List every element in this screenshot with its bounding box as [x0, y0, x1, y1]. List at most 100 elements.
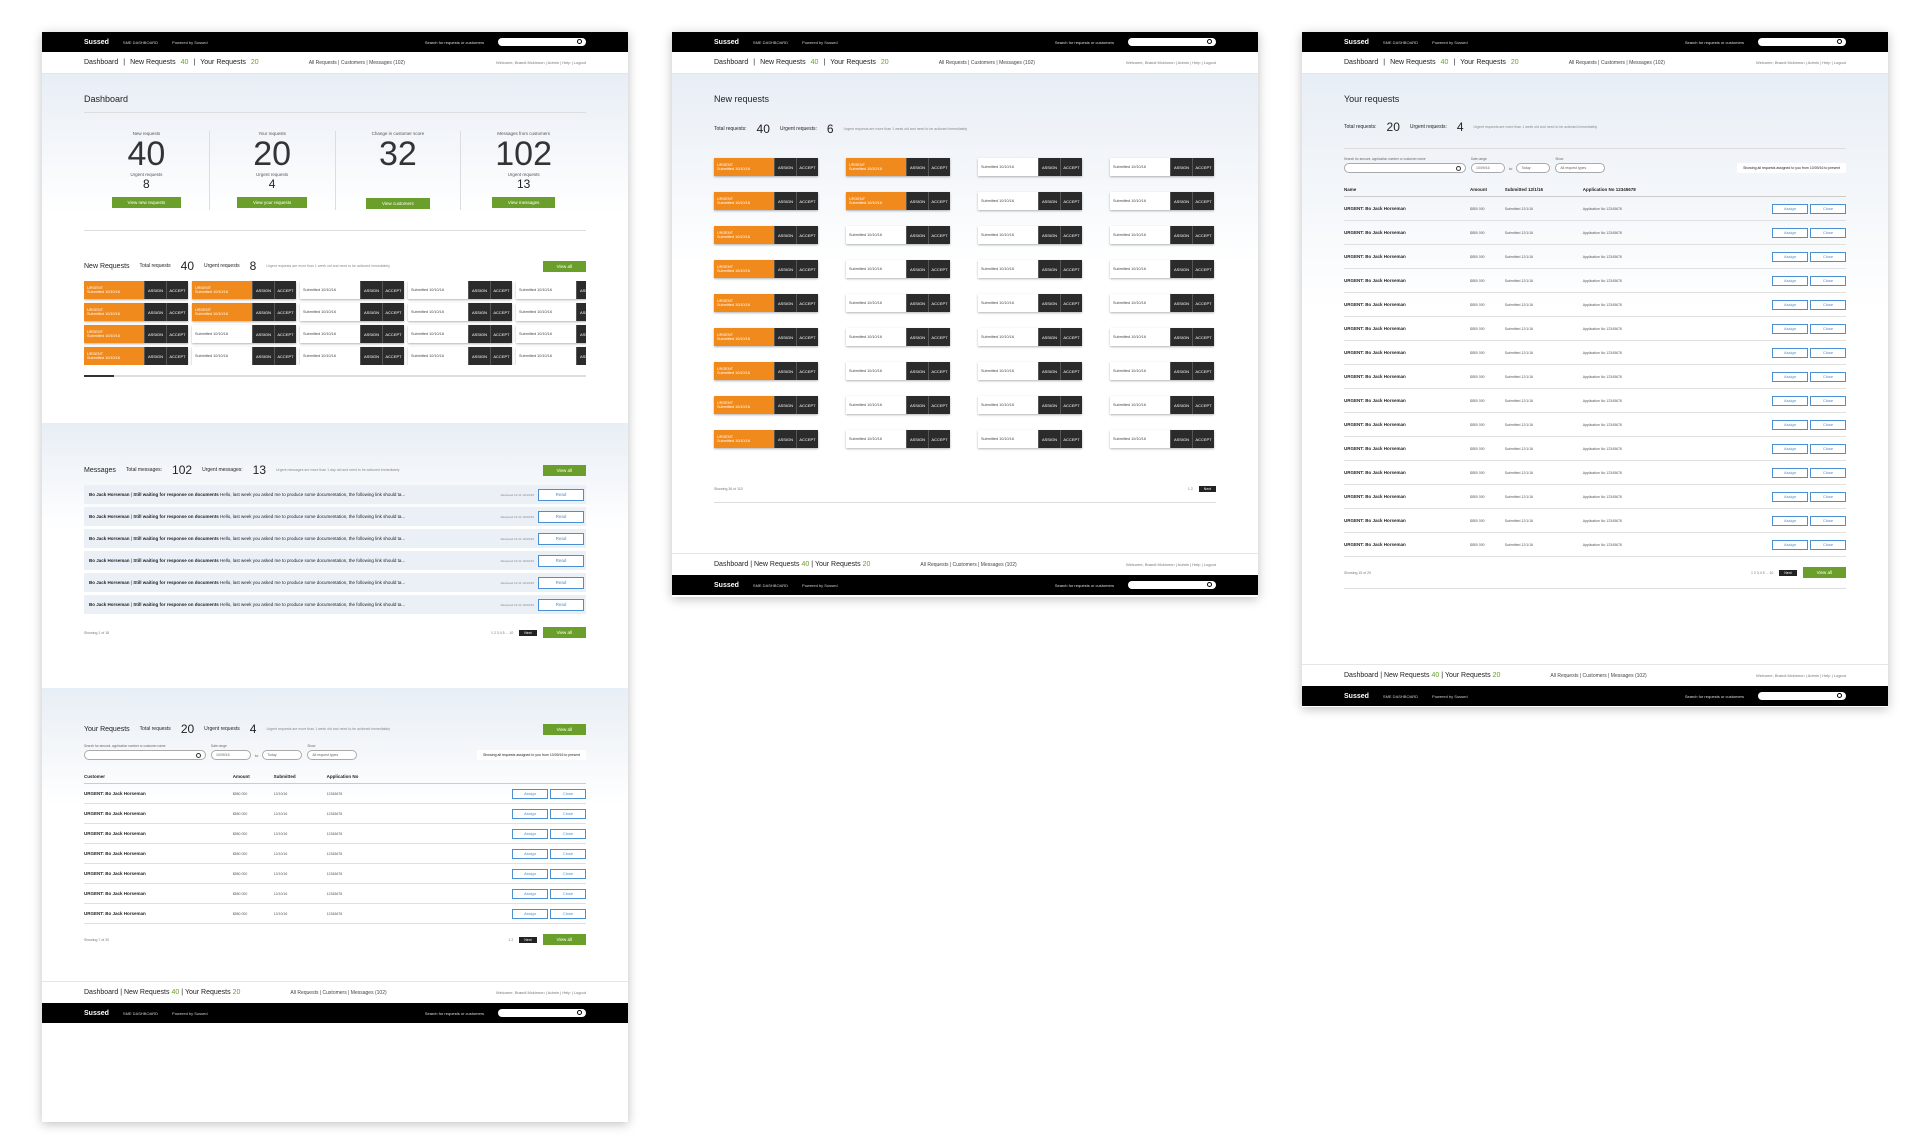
table-row[interactable]: URGENT: Bo Jack Horseman $850 000 Submitte… — [1344, 316, 1846, 341]
read-button[interactable]: Read — [538, 488, 584, 501]
accept-button[interactable]: ACCEPT — [490, 303, 512, 321]
read-button[interactable]: Read — [538, 576, 584, 589]
close-button[interactable]: Close — [1810, 419, 1846, 430]
accept-button[interactable]: ACCEPT — [1192, 158, 1214, 176]
brand-logo[interactable]: Sussed — [714, 39, 739, 46]
assign-button[interactable]: ASSIGN — [774, 362, 796, 380]
request-card[interactable]: URGENT Submitted 10/10/16 ASSIGN ACCEPT — [84, 347, 188, 365]
search-icon[interactable] — [1456, 166, 1461, 171]
assign-button[interactable]: ASSIGN — [468, 347, 490, 365]
assign-button[interactable]: ASSIGN — [1038, 362, 1060, 380]
request-card[interactable]: URGENT Submitted 10/10/16 ASSIGN ACCEPT — [714, 158, 818, 176]
table-row[interactable]: URGENT: Bo Jack Horseman $850 000 Submitte… — [1344, 388, 1846, 413]
nav-secondary[interactable]: All Requests | Customers | Messages (102… — [920, 562, 1016, 568]
assign-button[interactable]: ASSIGN — [360, 325, 382, 343]
request-card[interactable]: Submitted 10/10/16ASSIGNACCEPT — [846, 226, 950, 244]
assign-button[interactable]: Assign — [512, 808, 548, 819]
assign-button[interactable]: Assign — [1772, 323, 1808, 334]
assign-button[interactable]: Assign — [1772, 251, 1808, 262]
assign-button[interactable]: ASSIGN — [468, 303, 490, 321]
table-row[interactable]: URGENT: Bo Jack Horseman $850 000 Submitte… — [1344, 220, 1846, 245]
search-icon[interactable] — [577, 1010, 582, 1015]
request-card[interactable]: Submitted 10/10/16ASSIGNACCEPT — [978, 294, 1082, 312]
close-button[interactable]: Close — [1810, 299, 1846, 310]
view-all-button[interactable]: View all — [542, 934, 586, 945]
search-icon[interactable] — [196, 753, 201, 758]
accept-button[interactable]: ACCEPT — [1060, 294, 1082, 312]
assign-button[interactable]: ASSIGN — [144, 325, 166, 343]
table-row[interactable]: URGENT: Bo Jack Horseman $850 000 12/10/16… — [84, 823, 586, 844]
page-numbers[interactable]: 1 2 3 4 5 ... 10 — [1751, 571, 1773, 575]
table-row[interactable]: URGENT: Bo Jack Horseman $850 000 Submitte… — [1344, 244, 1846, 269]
column-header-application[interactable]: Application No 12345678 — [1582, 183, 1691, 197]
column-header-amount[interactable]: Amount — [1470, 183, 1505, 197]
request-card[interactable]: Submitted 10/10/16ASSIGNACCEPT — [408, 281, 512, 299]
accept-button[interactable]: ACCEPT — [928, 362, 950, 380]
accept-button[interactable]: ACCEPT — [1192, 328, 1214, 346]
message-row[interactable]: Bo Jack Horseman | Still waiting for res… — [84, 529, 586, 548]
close-button[interactable]: Close — [1810, 515, 1846, 526]
search-input[interactable] — [1758, 38, 1846, 46]
request-card[interactable]: Submitted 10/10/16ASSIGNACCEPT — [516, 281, 586, 299]
table-row[interactable]: URGENT: Bo Jack Horseman $850 000 12/10/16… — [84, 803, 586, 824]
assign-button[interactable]: Assign — [1772, 395, 1808, 406]
nav-dashboard[interactable]: Dashboard — [84, 59, 118, 66]
assign-button[interactable]: Assign — [512, 848, 548, 859]
assign-button[interactable]: Assign — [1772, 539, 1808, 550]
request-card[interactable]: Submitted 10/10/16ASSIGNACCEPT — [846, 396, 950, 414]
accept-button[interactable]: ACCEPT — [382, 281, 404, 299]
search-input[interactable] — [1128, 581, 1216, 589]
nav-dashboard[interactable]: Dashboard — [1344, 672, 1378, 679]
accept-button[interactable]: ACCEPT — [166, 347, 188, 365]
assign-button[interactable]: ASSIGN — [906, 294, 928, 312]
assign-button[interactable]: ASSIGN — [906, 396, 928, 414]
assign-button[interactable]: ASSIGN — [144, 281, 166, 299]
read-button[interactable]: Read — [538, 532, 584, 545]
message-row[interactable]: Bo Jack Horseman | Still waiting for res… — [84, 551, 586, 570]
column-header-submitted[interactable]: Submitted — [273, 770, 327, 784]
assign-button[interactable]: ASSIGN — [906, 158, 928, 176]
assign-button[interactable]: ASSIGN — [1170, 396, 1192, 414]
assign-button[interactable]: ASSIGN — [360, 347, 382, 365]
message-row[interactable]: Bo Jack Horseman | Still waiting for res… — [84, 485, 586, 504]
message-row[interactable]: Bo Jack Horseman | Still waiting for res… — [84, 595, 586, 614]
assign-button[interactable]: ASSIGN — [1038, 294, 1060, 312]
accept-button[interactable]: ACCEPT — [1192, 362, 1214, 380]
nav-secondary[interactable]: All Requests | Customers | Messages (102… — [1550, 673, 1646, 679]
table-row[interactable]: URGENT: Bo Jack Horseman $850 000 12/10/16… — [84, 903, 586, 924]
accept-button[interactable]: ACCEPT — [382, 347, 404, 365]
accept-button[interactable]: ACCEPT — [1192, 430, 1214, 448]
assign-button[interactable]: ASSIGN — [1038, 430, 1060, 448]
accept-button[interactable]: ACCEPT — [796, 260, 818, 278]
brand-logo[interactable]: Sussed — [714, 582, 739, 589]
request-card[interactable]: Submitted 10/10/16ASSIGNACCEPT — [978, 260, 1082, 278]
page-numbers[interactable]: 1 2 3 4 5 ... 10 — [491, 631, 513, 635]
assign-button[interactable]: ASSIGN — [144, 303, 166, 321]
request-card[interactable]: Submitted 10/10/16ASSIGNACCEPT — [978, 362, 1082, 380]
assign-button[interactable]: ASSIGN — [906, 226, 928, 244]
assign-button[interactable]: Assign — [1772, 371, 1808, 382]
nav-secondary[interactable]: All Requests | Customers | Messages (102… — [309, 60, 405, 66]
close-button[interactable]: Close — [550, 828, 586, 839]
assign-button[interactable]: ASSIGN — [576, 281, 586, 299]
search-input[interactable] — [1758, 692, 1846, 700]
column-header-customer[interactable]: Customer — [84, 770, 233, 784]
accept-button[interactable]: ACCEPT — [490, 325, 512, 343]
assign-button[interactable]: ASSIGN — [1170, 362, 1192, 380]
table-row[interactable]: URGENT: Bo Jack Horseman $850 000 Submitte… — [1344, 268, 1846, 293]
close-button[interactable]: Close — [550, 788, 586, 799]
accept-button[interactable]: ACCEPT — [796, 328, 818, 346]
request-card[interactable]: URGENT Submitted 10/10/16 ASSIGN ACCEPT — [84, 325, 188, 343]
assign-button[interactable]: ASSIGN — [906, 192, 928, 210]
accept-button[interactable]: ACCEPT — [928, 158, 950, 176]
view-new-requests-button[interactable]: View new requests — [111, 197, 182, 208]
user-menu[interactable]: Welcome, Brandi Mckinnon | Admin | Help … — [1756, 60, 1846, 65]
request-card[interactable]: URGENT Submitted 10/10/16 ASSIGN ACCEPT — [714, 328, 818, 346]
table-row[interactable]: URGENT: Bo Jack Horseman $850 000 Submitte… — [1344, 508, 1846, 533]
accept-button[interactable]: ACCEPT — [1192, 226, 1214, 244]
assign-button[interactable]: Assign — [512, 868, 548, 879]
user-menu[interactable]: Welcome, Brandi Mckinnon | Admin | Help … — [1126, 562, 1216, 567]
assign-button[interactable]: Assign — [1772, 419, 1808, 430]
user-menu[interactable]: Welcome, Brandi Mckinnon | Admin | Help … — [496, 990, 586, 995]
request-card[interactable]: Submitted 10/10/16ASSIGNACCEPT — [978, 158, 1082, 176]
